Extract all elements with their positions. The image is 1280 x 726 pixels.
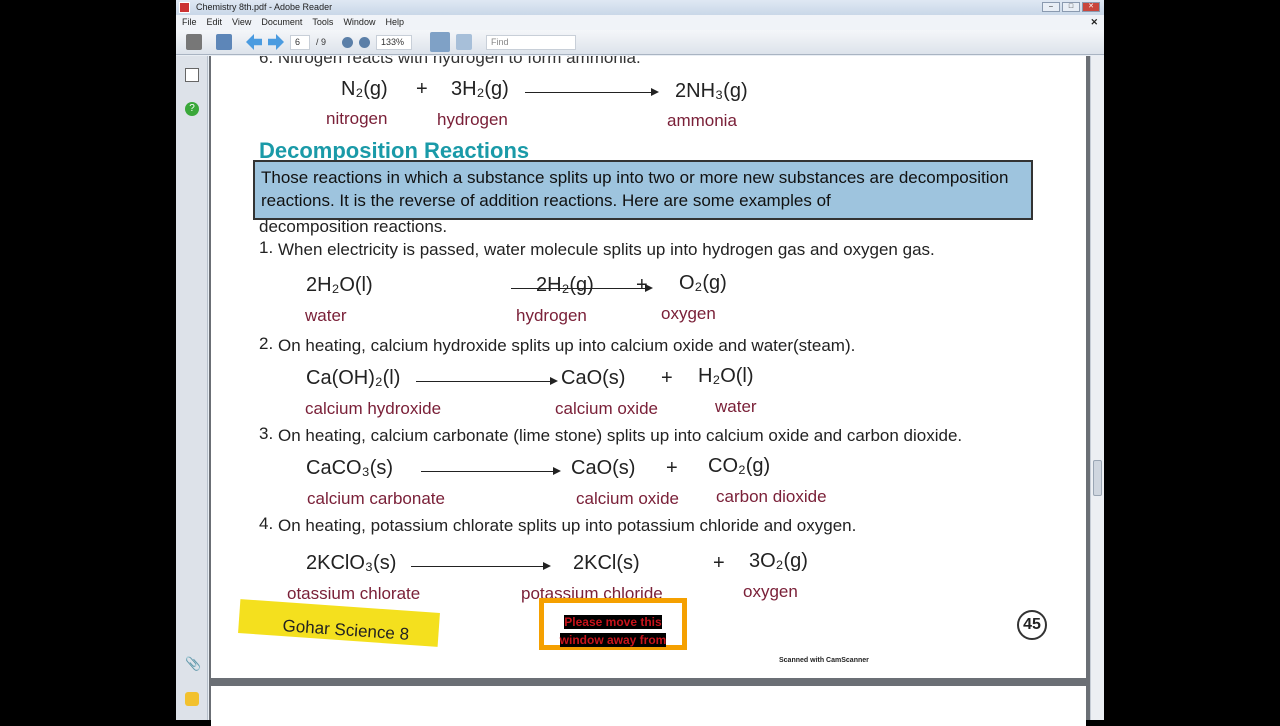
prev-page-icon[interactable] [246, 34, 262, 50]
next-pdf-page [211, 686, 1086, 726]
product-1: 2KCl(s) [573, 552, 640, 574]
reactant: 2KClO₃(s) [306, 552, 397, 574]
page-number: 45 [1017, 610, 1047, 640]
item-number: 2. [259, 334, 274, 353]
product-2: 3O₂(g) [749, 550, 808, 572]
share-icon[interactable] [216, 34, 232, 50]
product-2-label: water [715, 397, 757, 416]
warning-line-2: window away from [559, 633, 667, 647]
product-1-label: calcium oxide [555, 399, 658, 418]
product-2: H₂O(l) [698, 365, 754, 387]
reactant-label: otassium chlorate [287, 584, 421, 603]
comments-icon[interactable] [185, 692, 199, 706]
item-number: 3. [259, 424, 274, 443]
window-title: Chemistry 8th.pdf - Adobe Reader [196, 2, 333, 12]
navigation-sidebar: ? 📎 [176, 56, 208, 720]
reactant: Ca(OH)₂(l) [306, 367, 401, 389]
scrollbar-thumb[interactable] [1093, 460, 1102, 496]
reaction-arrow [421, 467, 561, 475]
equation-term: N₂(g) [341, 78, 388, 100]
reactant: 2H₂O(l) [306, 274, 373, 296]
book-title-banner: Gohar Science 8 [238, 599, 440, 647]
equation-label: ammonia [667, 111, 737, 130]
equation-term: 2NH₃(g) [675, 80, 748, 102]
full-screen-icon[interactable] [456, 34, 473, 50]
reactant-label: calcium carbonate [307, 489, 445, 508]
pdf-app-icon [179, 2, 190, 13]
item-text: On heating, potassium chlorate splits up… [278, 516, 857, 535]
equation-label: nitrogen [326, 109, 388, 128]
menu-bar: File Edit View Document Tools Window Hel… [176, 15, 1104, 30]
item-number: 4. [259, 514, 274, 533]
cut-line: 6. Nitrogen reacts with hydrogen to form… [259, 56, 641, 67]
menu-tools[interactable]: Tools [312, 15, 333, 30]
reaction-arrow [525, 88, 659, 96]
find-input[interactable]: Find [486, 34, 577, 50]
menu-view[interactable]: View [232, 15, 251, 30]
definition-box: Those reactions in which a substance spl… [253, 160, 1033, 220]
equation-term: 3H₂(g) [451, 78, 509, 100]
product-1: CaO(s) [571, 457, 636, 479]
attachments-icon[interactable]: 📎 [185, 656, 201, 671]
product-2: CO₂(g) [708, 455, 771, 477]
reactant-label: water [305, 306, 347, 325]
equation-plus: + [416, 78, 428, 100]
menu-document[interactable]: Document [261, 15, 302, 30]
zoom-level-select[interactable]: 133% [376, 34, 413, 50]
reaction-arrow [411, 562, 551, 570]
item-text: On heating, calcium hydroxide splits up … [278, 336, 856, 355]
close-button[interactable]: ✕ [1082, 2, 1100, 12]
fit-page-icon[interactable] [430, 32, 451, 52]
equation-plus: + [661, 367, 673, 389]
help-icon[interactable]: ? [185, 102, 199, 116]
reactant: CaCO₃(s) [306, 457, 394, 479]
minimize-button[interactable]: – [1042, 2, 1060, 12]
product-2-label: oxygen [661, 304, 716, 323]
vertical-scrollbar[interactable] [1090, 56, 1104, 720]
scanner-watermark: Scanned with CamScanner [779, 657, 869, 664]
adobe-reader-window: Chemistry 8th.pdf - Adobe Reader – □ ✕ F… [176, 0, 1104, 726]
page-total: / 9 [316, 37, 327, 47]
menu-window[interactable]: Window [343, 15, 375, 30]
product-2-label: oxygen [743, 582, 798, 601]
print-icon[interactable] [186, 34, 202, 50]
warning-line-1: Please move this [564, 615, 662, 629]
item-text: When electricity is passed, water molecu… [278, 240, 935, 259]
equation-plus: + [666, 457, 678, 479]
document-view: 6. Nitrogen reacts with hydrogen to form… [209, 56, 1090, 726]
product-1-label: hydrogen [516, 306, 587, 325]
title-bar: Chemistry 8th.pdf - Adobe Reader – □ ✕ [176, 0, 1104, 15]
next-page-icon[interactable] [268, 34, 284, 50]
pdf-page: 6. Nitrogen reacts with hydrogen to form… [211, 56, 1086, 678]
overlay-warning: Please move this window away from [539, 598, 687, 650]
menu-edit[interactable]: Edit [207, 15, 223, 30]
zoom-in-icon[interactable] [359, 36, 371, 48]
reaction-arrow [416, 377, 558, 385]
product-1: 2H₂(g) [536, 274, 594, 296]
equation-plus: + [713, 552, 725, 574]
equation-label: hydrogen [437, 110, 508, 129]
close-document-icon[interactable]: ✕ [1090, 15, 1098, 30]
reactant-label: calcium hydroxide [305, 399, 442, 418]
equation-plus: + [636, 274, 648, 296]
definition-tail: decomposition reactions. [259, 217, 448, 236]
item-number: 1. [259, 238, 274, 257]
page-number-input[interactable]: 6 [290, 34, 310, 50]
product-1: CaO(s) [561, 367, 626, 389]
zoom-out-icon[interactable] [342, 36, 354, 48]
maximize-button[interactable]: □ [1062, 2, 1080, 12]
product-2: O₂(g) [679, 272, 727, 294]
pages-icon[interactable] [185, 68, 199, 82]
menu-help[interactable]: Help [385, 15, 404, 30]
toolbar: 6 / 9 133% Find [176, 30, 1104, 55]
item-text: On heating, calcium carbonate (lime ston… [278, 426, 963, 445]
product-1-label: calcium oxide [576, 489, 679, 508]
product-2-label: carbon dioxide [716, 487, 827, 506]
menu-file[interactable]: File [182, 15, 197, 30]
